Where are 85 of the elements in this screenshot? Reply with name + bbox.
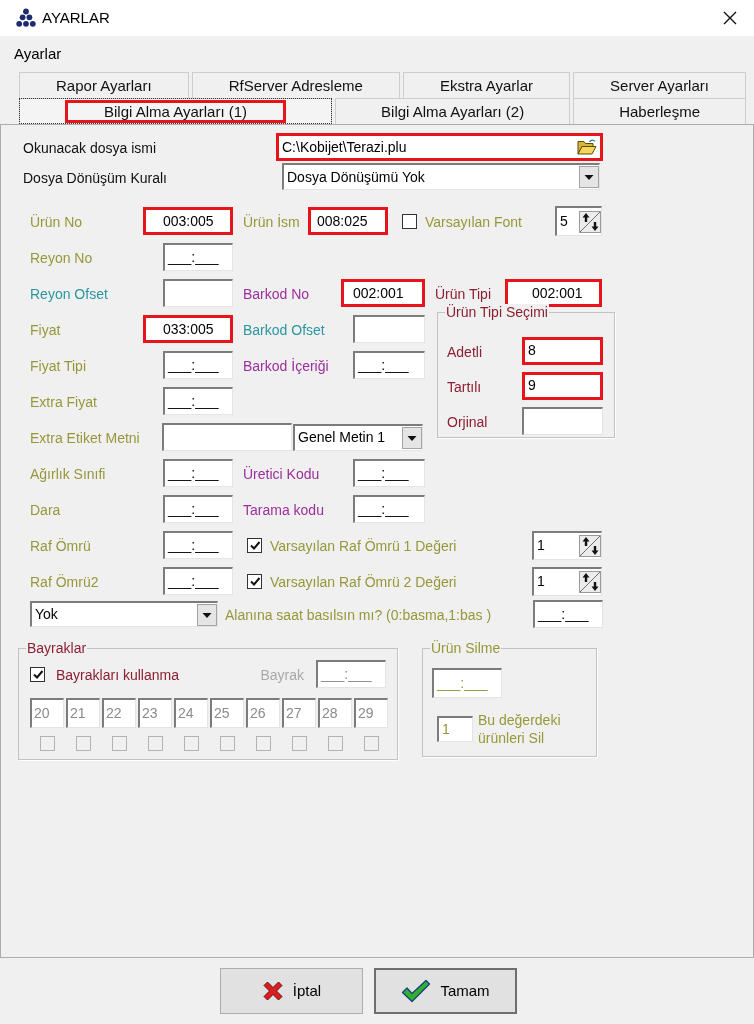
field-label: Adetli xyxy=(447,342,484,361)
folder-icon[interactable] xyxy=(577,138,597,156)
check-icon xyxy=(401,979,432,1003)
dropdown[interactable]: Genel Metin 1 xyxy=(293,423,423,451)
field-label: Reyon Ofset xyxy=(30,285,109,303)
field-label: Alanına saat basılsın mı? (0:basma,1:bas ) xyxy=(225,606,492,624)
field-label: Raf Ömrü xyxy=(30,537,92,555)
input-field[interactable]: 8 xyxy=(522,336,603,365)
tab[interactable]: Server Ayarları xyxy=(573,72,746,98)
field-label: Barkod No xyxy=(243,285,311,303)
input-field[interactable] xyxy=(522,406,603,435)
field-label: Fiyat xyxy=(30,321,62,339)
input-field[interactable]: ___:___ xyxy=(353,495,425,523)
ok-button[interactable]: Tamam xyxy=(374,968,517,1014)
field-label: Bu değerdeki ürünleri Sil xyxy=(478,711,562,747)
field-label: Dara xyxy=(30,501,62,519)
group-title: Ürün Silme xyxy=(430,640,502,656)
input-field[interactable] xyxy=(162,423,292,451)
tab[interactable]: Rapor Ayarları xyxy=(19,72,189,98)
checkbox-label: Varsayılan Raf Ömrü 2 Değeri xyxy=(270,572,457,591)
field-label: Fiyat Tipi xyxy=(30,357,87,375)
field-label: Extra Etiket Metni xyxy=(30,429,141,447)
input-field[interactable]: 002:001 xyxy=(505,279,602,307)
group-title: Ürün Tipi Seçimi xyxy=(445,304,549,320)
section-heading: Ayarlar xyxy=(14,45,62,62)
field-label: Tartılı xyxy=(447,377,483,396)
cross-icon xyxy=(261,980,284,1002)
field-label: Ürün No xyxy=(30,213,84,231)
checkbox-label: Bayrakları kullanma xyxy=(56,665,179,684)
tab[interactable]: RfServer Adresleme xyxy=(191,72,400,98)
field-label: Üretici Kodu xyxy=(243,465,321,483)
field-label: Barkod İçeriği xyxy=(243,357,330,375)
input-field[interactable]: ___:___ xyxy=(353,459,425,487)
input-field[interactable]: ___:___ xyxy=(533,600,603,628)
field-label: Extra Fiyat xyxy=(30,393,98,411)
input-field[interactable]: 008:025 xyxy=(308,207,388,235)
field-label: Okunacak dosya ismi xyxy=(23,139,158,157)
checkbox-label: Varsayılan Font xyxy=(425,212,522,231)
spin-field[interactable]: 1 xyxy=(532,530,602,560)
spin-field[interactable]: 1 xyxy=(532,566,602,596)
input-field[interactable] xyxy=(163,279,233,307)
checkbox[interactable] xyxy=(30,666,45,682)
input-field[interactable]: ___:___ xyxy=(163,459,233,487)
tab[interactable]: Haberleşme xyxy=(573,98,746,124)
field-label: Dosya Dönüşüm Kuralı xyxy=(23,168,168,187)
field-label: Barkod Ofset xyxy=(243,321,326,339)
input-field[interactable]: 003:005 xyxy=(143,207,233,235)
close-icon[interactable] xyxy=(722,10,738,26)
input-field[interactable]: ___:___ xyxy=(163,243,233,271)
field-label: Ağırlık Sınıfi xyxy=(30,465,107,483)
field-label: Ürün İsm xyxy=(243,213,301,231)
file-path-field[interactable]: C:\Kobijet\Terazi.plu xyxy=(276,133,603,161)
checkbox-label: Varsayılan Raf Ömrü 1 Değeri xyxy=(270,536,457,555)
field-label: Tarama kodu xyxy=(243,501,325,519)
dropdown[interactable]: Yok xyxy=(30,601,218,627)
tab[interactable]: Bilgi Alma Ayarları (2) xyxy=(335,98,571,124)
tab[interactable]: Bilgi Alma Ayarları (1) xyxy=(19,98,333,124)
input-field[interactable] xyxy=(353,315,425,343)
checkbox[interactable] xyxy=(247,537,262,553)
tab[interactable]: Ekstra Ayarlar xyxy=(402,72,570,98)
input-field[interactable]: ___:___ xyxy=(163,531,233,559)
input-field[interactable]: 033:005 xyxy=(143,315,233,343)
dropdown[interactable]: Dosya Dönüşümü Yok xyxy=(282,163,600,190)
input-field[interactable]: 9 xyxy=(522,371,603,400)
spin-arrows-icon[interactable] xyxy=(579,210,601,233)
field-label: Reyon No xyxy=(30,249,94,267)
group-title: Bayraklar xyxy=(26,640,88,656)
window-title: AYARLAR xyxy=(42,9,110,27)
field-label: Bayrak xyxy=(260,666,304,684)
input-field[interactable]: ___:___ xyxy=(163,567,233,595)
input-field[interactable]: 002:001 xyxy=(341,279,425,307)
checkbox[interactable] xyxy=(247,573,262,589)
spin-field[interactable]: 5 xyxy=(555,206,602,236)
input-field[interactable]: ___:___ xyxy=(163,351,233,379)
field-label: Orjinal xyxy=(447,412,489,431)
app-icon xyxy=(16,8,36,28)
input-field[interactable]: ___:___ xyxy=(163,387,233,415)
cancel-button[interactable]: İptal xyxy=(220,968,363,1014)
field-label: Ürün Tipi xyxy=(435,285,493,303)
input-field[interactable]: ___:___ xyxy=(163,495,233,523)
checkbox[interactable] xyxy=(402,213,417,229)
input-field[interactable]: ___:___ xyxy=(353,351,425,379)
spin-arrows-icon[interactable] xyxy=(579,534,601,557)
field-label: Raf Ömrü2 xyxy=(30,573,100,591)
spin-arrows-icon[interactable] xyxy=(579,570,601,593)
